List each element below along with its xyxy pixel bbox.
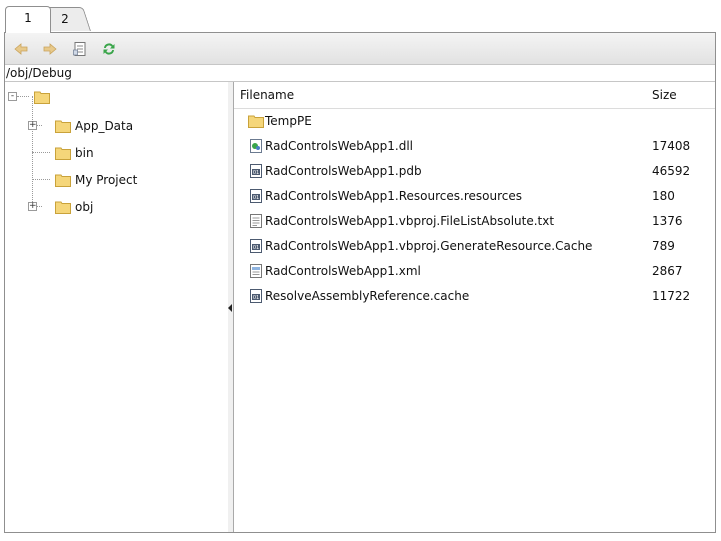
tab-1-label: 1 (24, 11, 32, 25)
binary-file-icon: 01 (250, 289, 262, 303)
grid-header: Filename Size (234, 82, 715, 109)
file-name: ResolveAssemblyReference.cache (265, 289, 470, 303)
binary-file-icon: 01 (250, 164, 262, 178)
address-bar[interactable]: /obj/Debug (5, 65, 715, 82)
file-size: 1376 (652, 214, 683, 228)
forward-button[interactable] (40, 39, 60, 59)
xml-file-icon (250, 264, 262, 278)
properties-button[interactable] (70, 39, 90, 59)
tree-node-my-project[interactable]: My Project (5, 170, 165, 190)
file-name: TempPE (265, 114, 312, 128)
forward-arrow-icon (43, 43, 57, 55)
file-name: RadControlsWebApp1.vbproj.FileListAbsolu… (265, 214, 555, 228)
properties-icon (73, 42, 86, 56)
binary-file-icon: 01 (250, 239, 262, 253)
tree-node-label: My Project (75, 173, 138, 187)
refresh-icon (103, 43, 115, 55)
tab-2-label: 2 (61, 12, 69, 26)
tree-node-app-data[interactable]: + App_Data (5, 116, 145, 136)
file-name: RadControlsWebApp1.vbproj.GenerateResour… (265, 239, 593, 253)
refresh-button[interactable] (99, 39, 119, 59)
file-explorer: /obj/Debug - + App_Data bin My Project +… (4, 32, 716, 533)
text-file-icon (250, 214, 262, 228)
folder-icon (248, 115, 264, 128)
tree-node-bin[interactable]: bin (5, 143, 145, 163)
file-name: RadControlsWebApp1.dll (265, 139, 414, 153)
folder-icon (55, 147, 71, 160)
file-name: RadControlsWebApp1.pdb (265, 164, 422, 178)
tab-strip: 2 1 (0, 0, 721, 33)
file-size: 46592 (652, 164, 691, 178)
folder-tree: - + App_Data bin My Project + obj (5, 82, 229, 532)
tree-node-obj[interactable]: + obj (5, 197, 145, 217)
file-name: RadControlsWebApp1.xml (265, 264, 421, 278)
collapse-arrow-icon[interactable] (228, 304, 232, 312)
svg-text:01: 01 (253, 195, 259, 201)
expand-icon[interactable]: + (28, 202, 37, 211)
file-size: 17408 (652, 139, 691, 153)
file-row[interactable]: 01 ResolveAssemblyReference.cache 11722 (234, 285, 715, 307)
column-header-size[interactable]: Size (652, 88, 677, 102)
folder-icon (55, 201, 71, 214)
tree-node-label: obj (75, 200, 94, 214)
file-name: RadControlsWebApp1.Resources.resources (265, 189, 522, 203)
dll-icon (250, 139, 262, 153)
file-row[interactable]: RadControlsWebApp1.xml 2867 (234, 260, 715, 282)
expand-icon[interactable]: + (28, 121, 37, 130)
collapse-icon[interactable]: - (8, 92, 17, 101)
file-size: 11722 (652, 289, 691, 303)
file-size: 789 (652, 239, 675, 253)
file-size: 2867 (652, 264, 683, 278)
back-button[interactable] (11, 39, 31, 59)
svg-text:01: 01 (253, 245, 259, 251)
file-size: 180 (652, 189, 675, 203)
tree-node-label: bin (75, 146, 94, 160)
tree-node-label: App_Data (75, 119, 134, 133)
toolbar (5, 33, 715, 65)
file-row[interactable]: RadControlsWebApp1.dll 17408 (234, 135, 715, 157)
tab-1[interactable]: 1 (5, 6, 51, 33)
column-header-filename[interactable]: Filename (240, 88, 294, 102)
file-row[interactable]: 01 RadControlsWebApp1.vbproj.GenerateRes… (234, 235, 715, 257)
folder-icon (55, 174, 71, 187)
tree-node-root[interactable]: - (5, 87, 65, 107)
file-row[interactable]: TempPE (234, 110, 715, 132)
back-arrow-icon (14, 43, 28, 55)
svg-text:01: 01 (253, 295, 259, 301)
file-grid: Filename Size TempPE RadControlsWebApp1.… (234, 82, 715, 532)
file-row[interactable]: 01 RadControlsWebApp1.Resources.resource… (234, 185, 715, 207)
binary-file-icon: 01 (250, 189, 262, 203)
folder-icon (55, 120, 71, 133)
file-row[interactable]: RadControlsWebApp1.vbproj.FileListAbsolu… (234, 210, 715, 232)
svg-text:01: 01 (253, 170, 259, 176)
folder-icon (34, 91, 50, 104)
file-row[interactable]: 01 RadControlsWebApp1.pdb 46592 (234, 160, 715, 182)
